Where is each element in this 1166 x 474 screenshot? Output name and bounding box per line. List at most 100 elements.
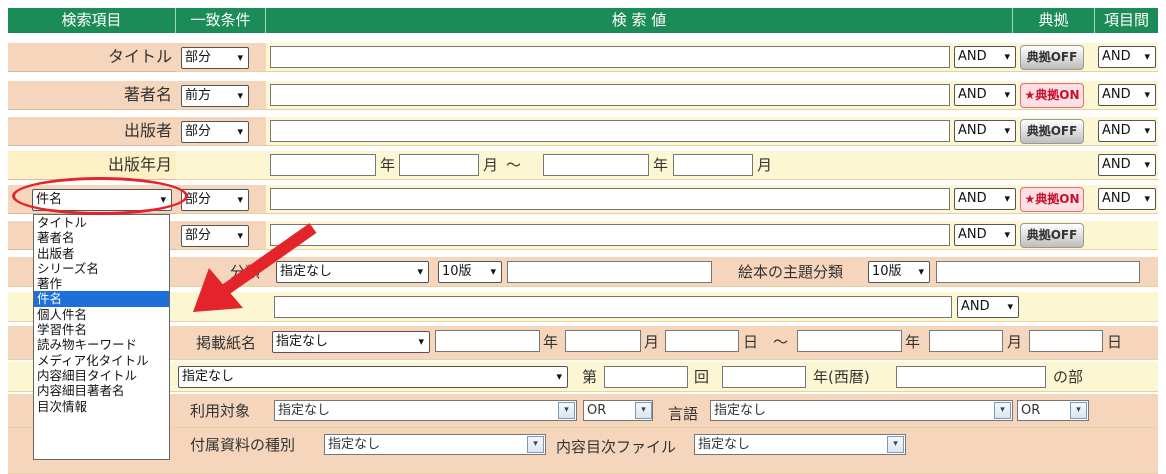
select-value: 前方 [185, 88, 212, 103]
author-op-select[interactable]: AND ▾ [954, 84, 1016, 106]
pubdate-between-select[interactable]: AND ▾ [1098, 154, 1156, 176]
chevron-down-icon[interactable]: ▾ [887, 436, 904, 453]
journal-select[interactable]: 指定なし ▾ [272, 331, 430, 353]
month-label: 月 [483, 156, 499, 174]
publisher-input[interactable] [270, 120, 950, 142]
author-tenkyo-button[interactable]: ★典拠ON [1020, 83, 1084, 108]
select-value: AND [1102, 123, 1131, 138]
label-title: タイトル [8, 43, 176, 72]
attach-select[interactable]: 指定なし [324, 434, 546, 455]
dropdown-option[interactable]: 目次情報 [34, 399, 169, 414]
row8-input[interactable] [274, 296, 952, 318]
publisher-op-select[interactable]: AND ▾ [954, 120, 1016, 142]
annotation-arrow-icon [193, 223, 317, 312]
label-publisher: 出版者 [8, 117, 176, 146]
picture-input[interactable] [936, 261, 1140, 283]
ndc-input[interactable] [507, 261, 712, 283]
language-select[interactable]: 指定なし [710, 400, 1013, 421]
select-value: AND [1102, 191, 1131, 206]
author-match-select[interactable]: 前方 ▾ [181, 85, 249, 107]
picture-edition-select[interactable]: 10版 ▾ [868, 261, 930, 283]
subject-op-select[interactable]: AND ▾ [954, 188, 1016, 210]
target-label: 利用対象 [190, 402, 251, 420]
dropdown-option[interactable]: シリーズ名 [34, 261, 169, 276]
title-between-select[interactable]: AND ▾ [1098, 46, 1156, 68]
journal-year-from[interactable] [435, 330, 540, 352]
kai-label: 回 [694, 368, 710, 386]
publisher-tenkyo-button[interactable]: 典拠OFF [1020, 119, 1084, 144]
dropdown-option[interactable]: 件名 [34, 291, 169, 307]
pubdate-month-from[interactable] [399, 154, 479, 176]
author-between-select[interactable]: AND ▾ [1098, 84, 1156, 106]
year-label: 年 [905, 333, 921, 351]
chevron-down-icon: ▾ [418, 335, 424, 348]
award-select[interactable]: 指定なし ▾ [178, 366, 568, 388]
dropdown-option[interactable]: 出版者 [34, 246, 169, 261]
journal-day-from[interactable] [665, 330, 739, 352]
subject-between-select[interactable]: AND ▾ [1098, 188, 1156, 210]
subject-match-select[interactable]: 部分 ▾ [181, 189, 249, 211]
select-value: AND [961, 299, 990, 314]
item-dropdown-list[interactable]: タイトル 著者名 出版者 シリーズ名 著作 件名 個人件名 学習件名 読み物キーワード メディア化… [33, 214, 170, 460]
dropdown-option[interactable]: 読み物キーワード [34, 337, 169, 352]
award-year-input[interactable] [722, 366, 806, 388]
journal-month-from[interactable] [565, 330, 641, 352]
row6-op-select[interactable]: AND ▾ [954, 224, 1016, 246]
award-number-input[interactable] [604, 366, 688, 388]
dropdown-option[interactable]: 学習件名 [34, 322, 169, 337]
dropdown-option[interactable]: メディア化タイトル [34, 353, 169, 368]
subject-input[interactable] [270, 188, 950, 210]
dai-label: 第 [582, 368, 598, 386]
chevron-down-icon: ▾ [1144, 50, 1150, 63]
journal-month-to[interactable] [929, 330, 1003, 352]
subject-tenkyo-button[interactable]: ★典拠ON [1020, 187, 1084, 212]
dropdown-option[interactable]: 著者名 [34, 230, 169, 245]
dropdown-option[interactable]: 内容細目タイトル [34, 368, 169, 383]
select-value: 指定なし [328, 437, 381, 452]
header-match-condition: 一致条件 [176, 8, 266, 33]
chevron-down-icon: ▾ [1004, 50, 1010, 63]
chevron-down-icon: ▾ [1144, 88, 1150, 101]
row6-tenkyo-button[interactable]: 典拠OFF [1020, 223, 1084, 248]
row6-input[interactable] [270, 224, 950, 246]
chevron-down-icon[interactable]: ▾ [1070, 402, 1087, 419]
select-value: OR [1021, 403, 1041, 418]
toc-file-select[interactable]: 指定なし [694, 434, 906, 455]
dropdown-option[interactable]: 個人件名 [34, 307, 169, 322]
chevron-down-icon: ▾ [1004, 88, 1010, 101]
chevron-down-icon: ▾ [1004, 192, 1010, 205]
title-match-select[interactable]: 部分 ▾ [181, 47, 249, 69]
select-value: AND [958, 87, 987, 102]
year-label: 年 [380, 156, 396, 174]
chevron-down-icon[interactable]: ▾ [994, 402, 1011, 419]
chevron-down-icon: ▾ [1004, 124, 1010, 137]
select-value: AND [958, 191, 987, 206]
month-label: 月 [1007, 333, 1023, 351]
journal-year-to[interactable] [797, 330, 902, 352]
award-category-input[interactable] [896, 366, 1046, 388]
dropdown-option[interactable]: 著作 [34, 276, 169, 291]
chevron-down-icon[interactable]: ▾ [635, 402, 652, 419]
year-western-label: 年(西暦) [813, 368, 870, 386]
target-select[interactable]: 指定なし [274, 400, 577, 421]
author-input[interactable] [270, 84, 950, 106]
dropdown-option[interactable]: タイトル [34, 215, 169, 230]
title-tenkyo-button[interactable]: 典拠OFF [1020, 45, 1084, 70]
chevron-down-icon[interactable]: ▾ [558, 402, 575, 419]
pubdate-month-to[interactable] [673, 154, 753, 176]
title-op-select[interactable]: AND ▾ [954, 46, 1016, 68]
journal-day-to[interactable] [1029, 330, 1103, 352]
row8-op-select[interactable]: AND ▾ [957, 296, 1019, 318]
dropdown-option[interactable]: 内容細目著者名 [34, 383, 169, 398]
chevron-down-icon[interactable]: ▾ [527, 436, 544, 453]
select-value: 指定なし [278, 403, 331, 418]
title-input[interactable] [270, 46, 950, 68]
pubdate-year-to[interactable] [543, 154, 649, 176]
ndc-edition-select[interactable]: 10版 ▾ [438, 261, 502, 283]
pubdate-year-from[interactable] [270, 154, 376, 176]
select-value: 指定なし [714, 403, 767, 418]
publisher-between-select[interactable]: AND ▾ [1098, 120, 1156, 142]
label-pubdate: 出版年月 [8, 151, 176, 180]
header-search-value: 検 索 値 [266, 8, 1013, 33]
publisher-match-select[interactable]: 部分 ▾ [181, 121, 249, 143]
